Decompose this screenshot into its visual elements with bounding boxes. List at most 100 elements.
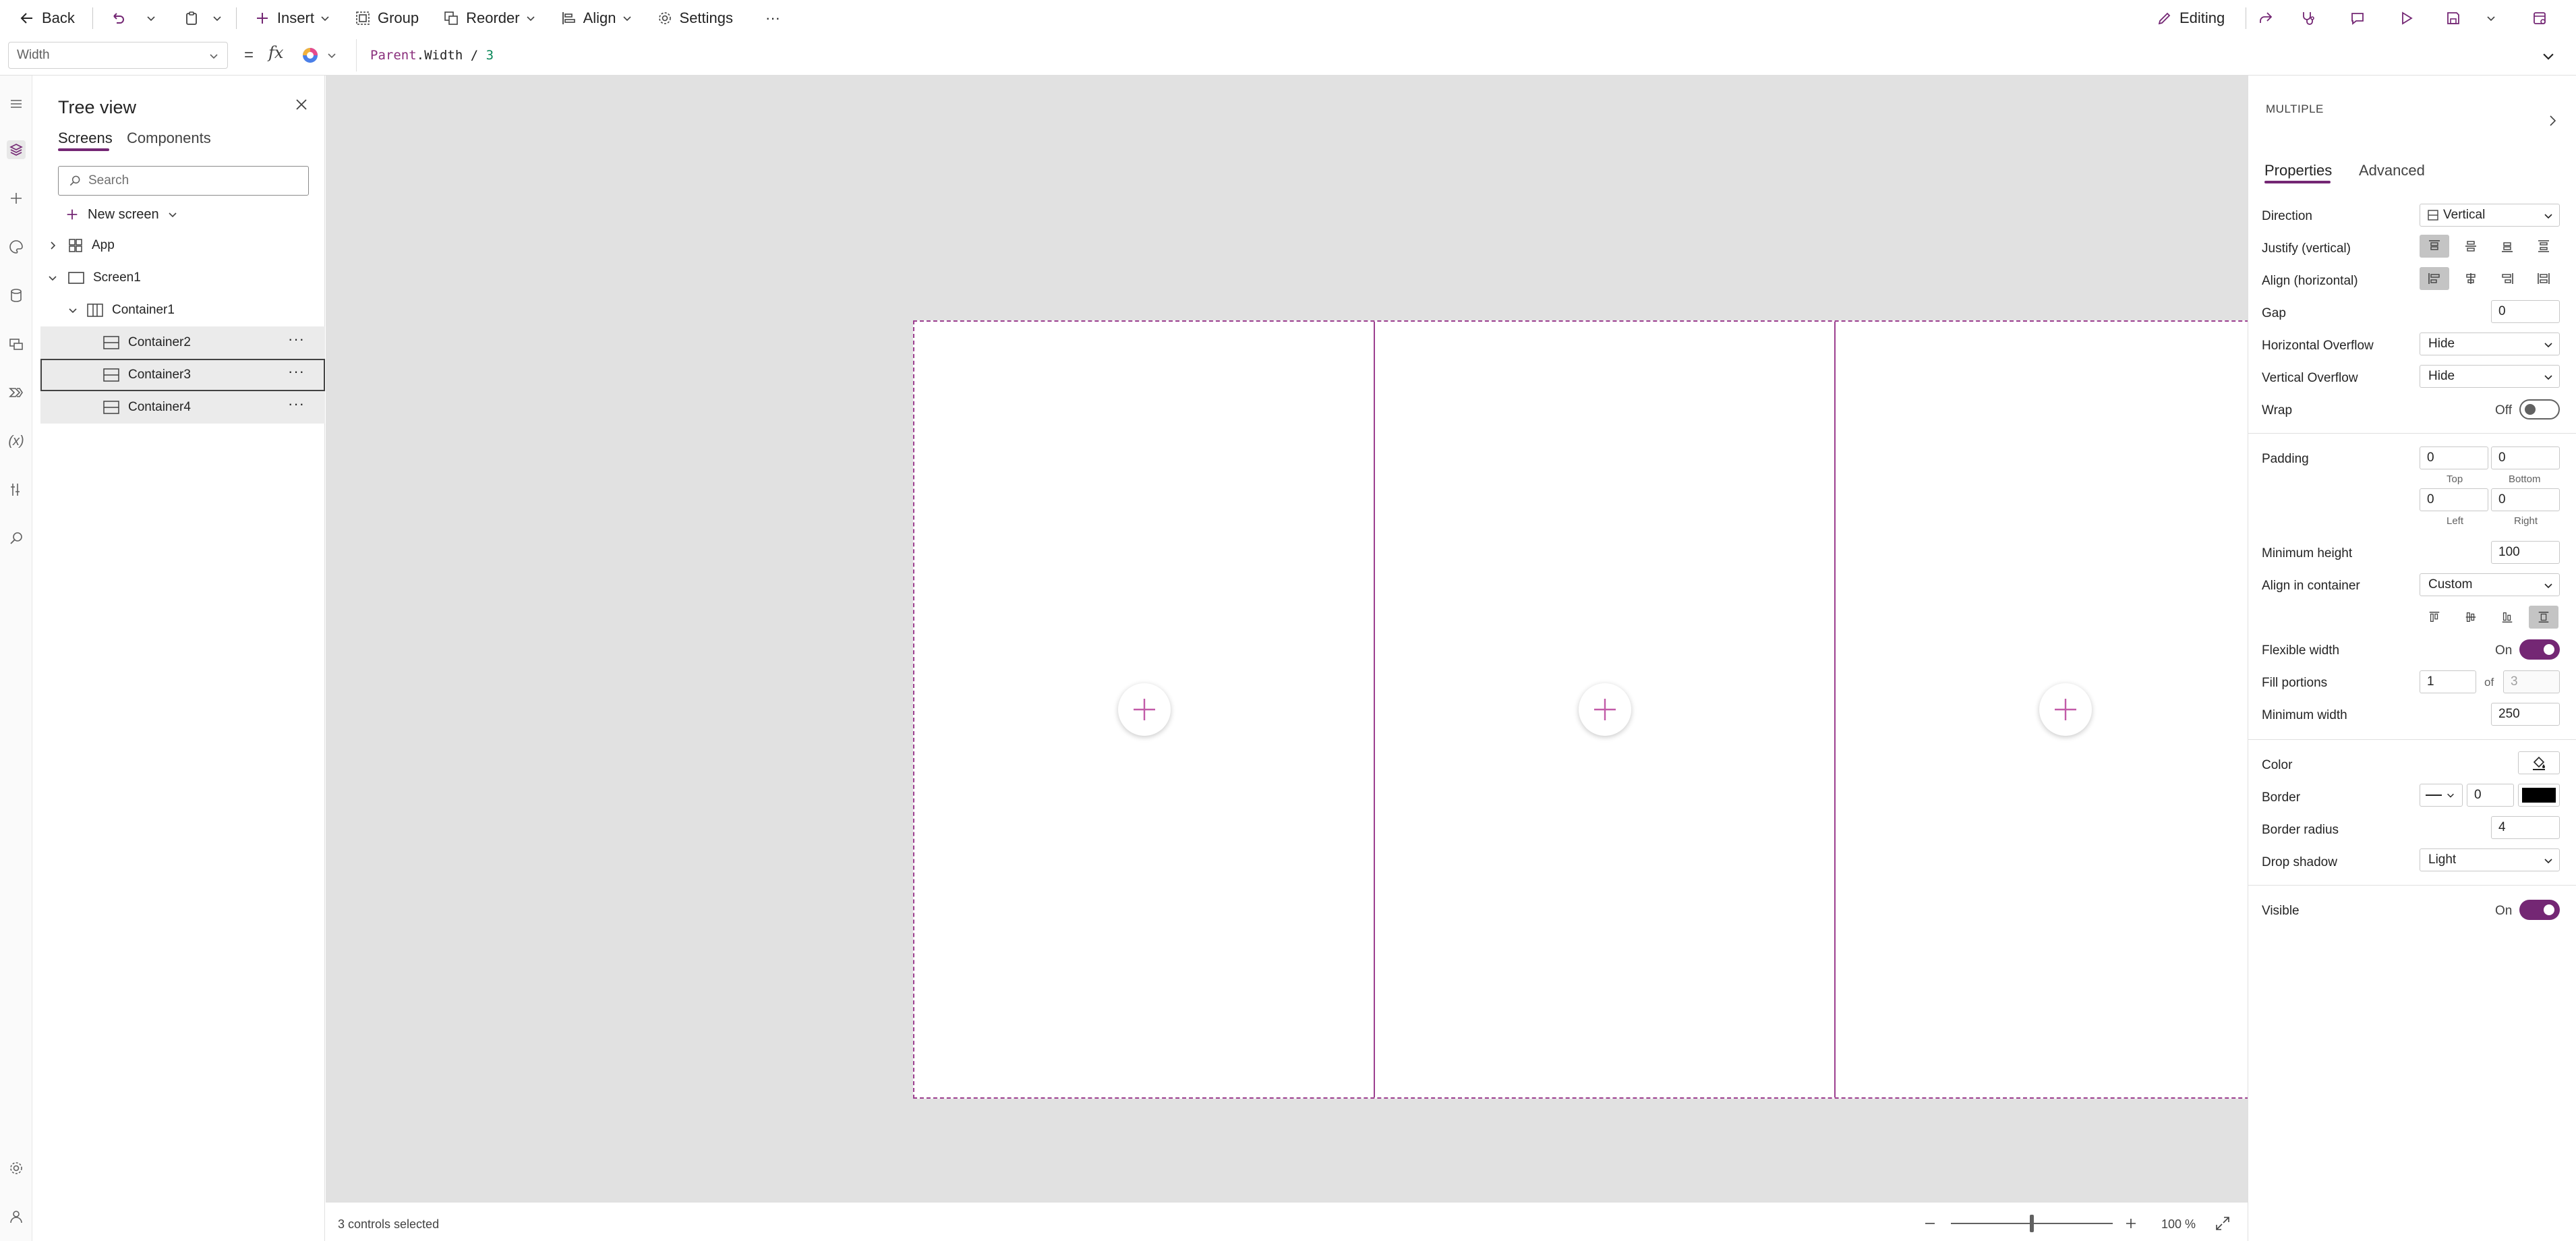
- node-more-button[interactable]: ···: [288, 332, 305, 347]
- zoom-out-button[interactable]: [1923, 1216, 1937, 1231]
- settings-button[interactable]: Settings: [657, 0, 733, 36]
- align-center-button[interactable]: [2456, 267, 2486, 290]
- container3-canvas[interactable]: [1375, 322, 1836, 1097]
- palette-icon: [9, 240, 23, 254]
- vertical-overflow-dropdown[interactable]: Hide: [2420, 365, 2560, 388]
- data-button[interactable]: [7, 286, 26, 305]
- visible-toggle[interactable]: [2519, 900, 2560, 920]
- media-button[interactable]: [7, 335, 26, 353]
- tab-advanced[interactable]: Advanced: [2359, 162, 2425, 179]
- tab-components[interactable]: Components: [127, 129, 211, 147]
- tree-node-app[interactable]: App: [40, 229, 325, 262]
- wrap-toggle[interactable]: [2519, 399, 2560, 420]
- add-control-button[interactable]: [1578, 683, 1631, 736]
- preview-button[interactable]: [2391, 0, 2421, 36]
- undo-dropdown[interactable]: [146, 0, 156, 36]
- app-checker-button[interactable]: [2293, 0, 2322, 36]
- node-more-button[interactable]: ···: [288, 397, 305, 411]
- fill-portions-input[interactable]: 1: [2420, 670, 2476, 693]
- search-rail-button[interactable]: [7, 529, 26, 548]
- variables-icon[interactable]: (x): [7, 432, 26, 451]
- gap-input[interactable]: 0: [2491, 300, 2560, 323]
- tree-node-screen1[interactable]: Screen1: [40, 262, 325, 294]
- padding-left-input[interactable]: 0: [2420, 488, 2488, 511]
- themes-button[interactable]: [7, 237, 26, 256]
- add-control-button[interactable]: [2039, 683, 2092, 736]
- tab-screens[interactable]: Screens: [58, 129, 113, 147]
- tab-properties[interactable]: Properties: [2264, 162, 2332, 179]
- reorder-button[interactable]: Reorder: [443, 0, 535, 36]
- menu-button[interactable]: [7, 94, 26, 113]
- paste-button[interactable]: [183, 0, 200, 36]
- tree-node-container3[interactable]: Container3 ···: [40, 359, 325, 391]
- more-commands-button[interactable]: ···: [765, 0, 780, 36]
- app-settings-button[interactable]: [7, 1159, 26, 1178]
- align-right-button[interactable]: [2492, 267, 2522, 290]
- close-tree-button[interactable]: [291, 94, 312, 115]
- min-height-input[interactable]: 100: [2491, 541, 2560, 564]
- undo-button[interactable]: [111, 0, 127, 36]
- fill-color-picker[interactable]: [2518, 751, 2560, 774]
- zoom-in-button[interactable]: [2124, 1216, 2138, 1231]
- justify-bottom-button[interactable]: [2492, 235, 2522, 258]
- border-radius-input[interactable]: 4: [2491, 816, 2560, 839]
- direction-dropdown[interactable]: Vertical: [2420, 204, 2560, 227]
- flexible-width-toggle[interactable]: [2519, 639, 2560, 660]
- node-more-button[interactable]: ···: [288, 364, 305, 379]
- publish-button[interactable]: [2525, 0, 2554, 36]
- comments-button[interactable]: [2343, 0, 2372, 36]
- align-stretch-button[interactable]: [2529, 267, 2558, 290]
- tree-node-container2[interactable]: Container2 ···: [40, 326, 325, 359]
- fit-to-window-button[interactable]: [2214, 1215, 2231, 1232]
- border-style-dropdown[interactable]: [2420, 784, 2463, 807]
- share-button[interactable]: [2251, 0, 2281, 36]
- align-in-container-dropdown[interactable]: Custom: [2420, 573, 2560, 596]
- power-automate-button[interactable]: [7, 383, 26, 402]
- horizontal-overflow-dropdown[interactable]: Hide: [2420, 333, 2560, 355]
- tree-search-input[interactable]: Search: [58, 166, 309, 196]
- drop-shadow-value: Light: [2428, 853, 2457, 867]
- new-screen-button[interactable]: New screen: [65, 201, 178, 228]
- paste-dropdown[interactable]: [212, 0, 223, 36]
- formula-input[interactable]: Parent .Width / 3: [356, 39, 2531, 71]
- horizontal-container-frame[interactable]: [913, 320, 2296, 1099]
- virtual-agent-button[interactable]: [7, 1207, 26, 1226]
- advanced-tools-button[interactable]: [7, 480, 26, 499]
- add-control-button[interactable]: [1117, 683, 1171, 736]
- align-self-top-button[interactable]: [2420, 606, 2449, 629]
- insert-rail-button[interactable]: [7, 189, 26, 208]
- align-button[interactable]: Align: [560, 0, 633, 36]
- justify-top-button[interactable]: [2420, 235, 2449, 258]
- padding-bottom-input[interactable]: 0: [2491, 446, 2560, 469]
- copilot-formula-button[interactable]: [301, 42, 348, 69]
- min-width-input[interactable]: 250: [2491, 703, 2560, 726]
- group-button[interactable]: Group: [355, 0, 419, 36]
- back-button[interactable]: Back: [19, 0, 75, 36]
- expand-formula-button[interactable]: [2541, 49, 2556, 63]
- align-self-middle-button[interactable]: [2456, 606, 2486, 629]
- collapse-pane-button[interactable]: [2545, 113, 2560, 128]
- property-dropdown[interactable]: Width: [8, 42, 228, 69]
- align-left-button[interactable]: [2420, 267, 2449, 290]
- save-button[interactable]: [2438, 0, 2468, 36]
- tree-node-container1[interactable]: Container1: [40, 294, 325, 326]
- border-color-picker[interactable]: [2518, 784, 2560, 807]
- align-self-stretch-button[interactable]: [2529, 606, 2558, 629]
- design-canvas[interactable]: [326, 76, 2296, 1202]
- tree-node-container4[interactable]: Container4 ···: [40, 391, 325, 424]
- save-dropdown[interactable]: [2482, 0, 2500, 36]
- zoom-slider-thumb[interactable]: [2030, 1215, 2034, 1232]
- close-icon: [296, 99, 307, 110]
- insert-button[interactable]: Insert: [254, 0, 330, 36]
- justify-space-between-button[interactable]: [2529, 235, 2558, 258]
- align-self-bottom-button[interactable]: [2492, 606, 2522, 629]
- container2-canvas[interactable]: [914, 322, 1375, 1097]
- padding-top-input[interactable]: 0: [2420, 446, 2488, 469]
- container4-canvas[interactable]: [1836, 322, 2295, 1097]
- drop-shadow-dropdown[interactable]: Light: [2420, 848, 2560, 871]
- editing-mode-button[interactable]: Editing: [2157, 0, 2225, 36]
- tree-view-button[interactable]: [7, 140, 26, 159]
- border-thickness-input[interactable]: 0: [2467, 784, 2514, 807]
- padding-right-input[interactable]: 0: [2491, 488, 2560, 511]
- justify-center-button[interactable]: [2456, 235, 2486, 258]
